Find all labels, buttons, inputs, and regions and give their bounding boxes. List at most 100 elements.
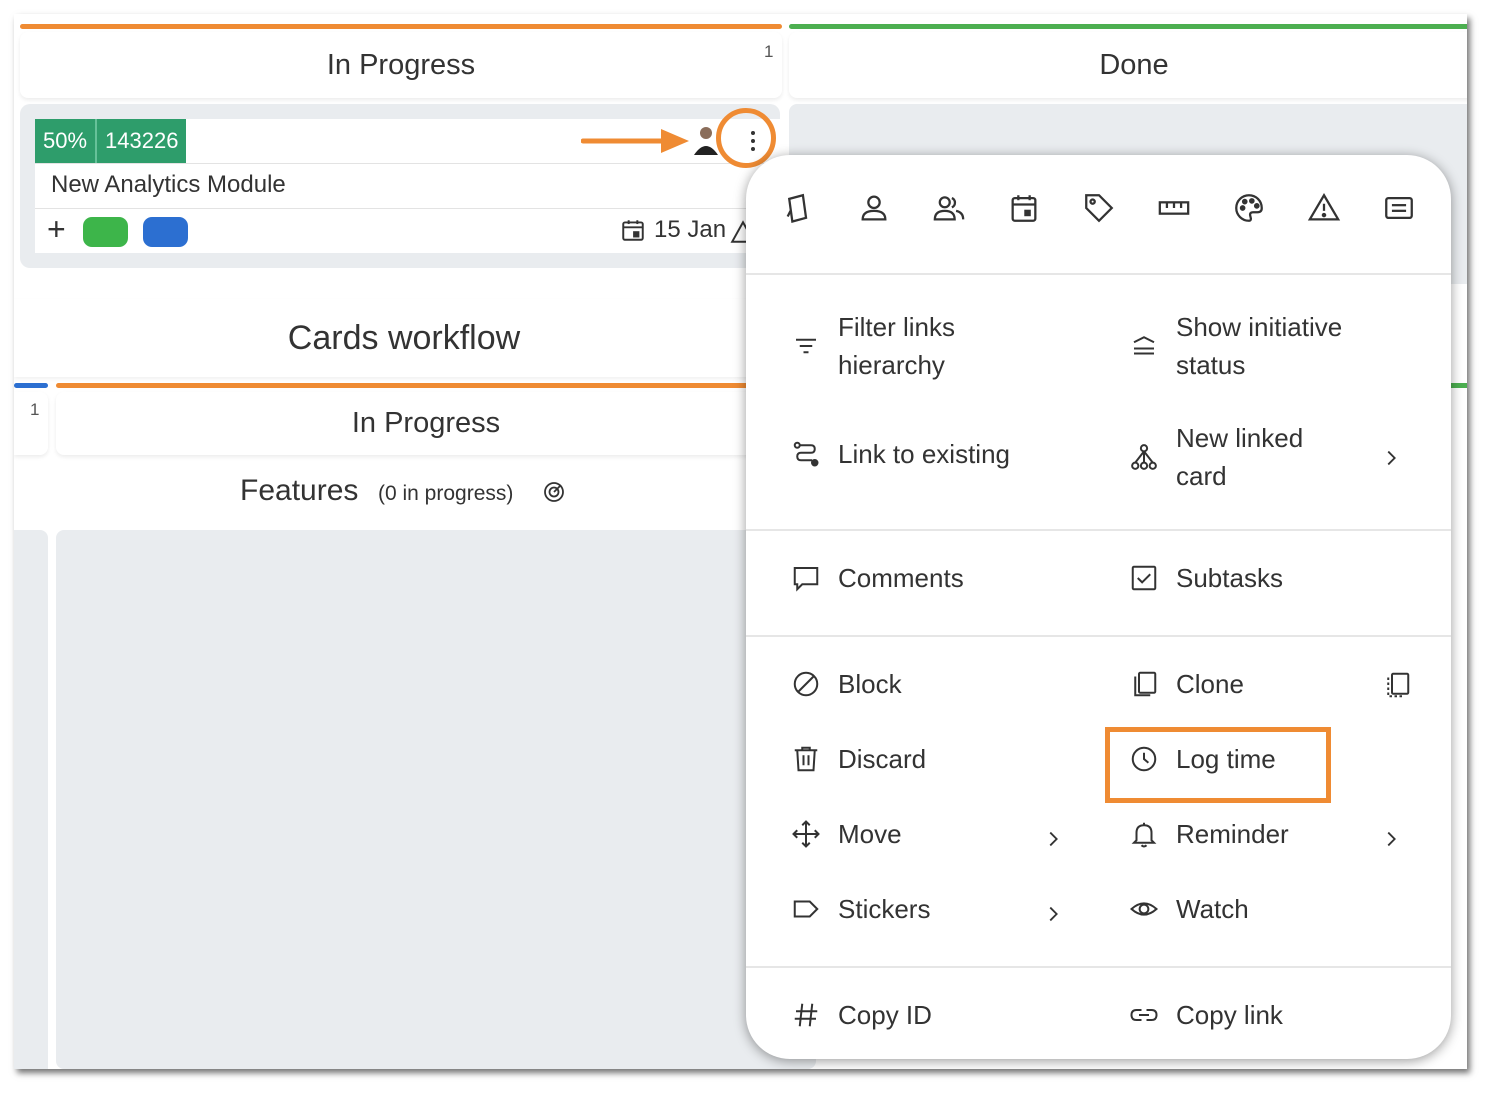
- column-count: 1: [30, 400, 40, 419]
- clone-icon: [1128, 668, 1160, 700]
- trash-icon: [790, 743, 822, 775]
- link-path-icon: [790, 438, 822, 470]
- menu-item-label: Watch: [1176, 893, 1249, 924]
- link-icon: [1128, 999, 1160, 1031]
- column-title: Done: [1099, 48, 1169, 81]
- column-header-in-progress[interactable]: In Progress: [20, 32, 782, 98]
- color-palette-icon[interactable]: [1232, 191, 1268, 227]
- menu-item-reminder[interactable]: Reminder: [1128, 818, 1289, 850]
- menu-item-label: Move: [838, 818, 902, 849]
- menu-item-label: Filter links: [838, 312, 956, 342]
- menu-item-discard[interactable]: Discard: [790, 743, 926, 775]
- hash-icon: [790, 999, 822, 1031]
- menu-item-new-linked-card[interactable]: New linked card: [1128, 419, 1303, 495]
- menu-item-label: Discard: [838, 743, 927, 774]
- tag-green[interactable]: [83, 217, 128, 247]
- chevron-right-icon[interactable]: [1042, 903, 1064, 930]
- annotation-circle: [716, 108, 776, 168]
- card-header-badge: 50% 143226: [35, 119, 187, 163]
- size-icon[interactable]: [1157, 191, 1193, 227]
- move-icon: [790, 818, 822, 850]
- column-header-in-progress-lower[interactable]: In Progress: [56, 392, 796, 455]
- menu-item-label: New linked: [1176, 423, 1304, 453]
- add-button[interactable]: +: [47, 211, 66, 248]
- workflow-title[interactable]: Cards workflow: [14, 299, 794, 377]
- menu-item-label: Block: [838, 668, 902, 699]
- initiative-status-icon: [1128, 330, 1160, 362]
- card-id[interactable]: 143226: [97, 119, 186, 163]
- template-icon[interactable]: [1382, 191, 1418, 227]
- menu-item-label: status: [1176, 350, 1246, 380]
- column-color-bar: [56, 383, 786, 388]
- features-progress: (0 in progress): [378, 482, 514, 505]
- column-title: In Progress: [351, 407, 501, 439]
- board-frame: In Progress 1 Done 50% 143226 New Analyt…: [14, 14, 1467, 1069]
- menu-item-label: Copy link: [1176, 999, 1283, 1030]
- target-icon[interactable]: [542, 480, 566, 504]
- column-count: 1: [764, 42, 774, 61]
- owner-icon[interactable]: [857, 191, 893, 227]
- block-icon: [790, 668, 822, 700]
- chevron-right-icon[interactable]: [1380, 447, 1402, 474]
- menu-item-clone[interactable]: Clone: [1128, 668, 1244, 700]
- menu-item-label: Link to existing: [838, 438, 1010, 469]
- card-title[interactable]: New Analytics Module: [51, 171, 286, 199]
- clone-to-icon[interactable]: [1382, 670, 1412, 700]
- menu-item-comments[interactable]: Comments: [790, 562, 964, 594]
- card-context-menu: Filter links hierarchy Show initiative sta…: [746, 155, 1451, 1059]
- checkbox-icon: [1128, 562, 1160, 594]
- annotation-arrow: [580, 126, 691, 156]
- hierarchy-icon: [1128, 441, 1160, 473]
- menu-item-filter-links-hierarchy[interactable]: Filter links hierarchy: [790, 308, 955, 384]
- menu-item-copy-link[interactable]: Copy link: [1128, 999, 1283, 1031]
- menu-item-label: Show initiative: [1176, 312, 1343, 342]
- comment-icon: [790, 562, 822, 594]
- eye-icon: [1128, 893, 1160, 925]
- divider: [35, 208, 780, 209]
- menu-item-label: Subtasks: [1176, 562, 1283, 593]
- menu-item-label: Stickers: [838, 893, 931, 924]
- menu-item-label: Clone: [1176, 668, 1244, 699]
- menu-separator: [746, 529, 1451, 531]
- column-color-bar: [14, 383, 48, 388]
- features-label: Features: [240, 474, 359, 507]
- menu-item-label: Reminder: [1176, 818, 1289, 849]
- menu-item-label: Comments: [838, 562, 964, 593]
- tag-blue[interactable]: [143, 217, 188, 247]
- column-color-bar: [20, 24, 782, 29]
- calendar-icon[interactable]: [1007, 191, 1043, 227]
- sticker-icon: [790, 893, 822, 925]
- features-drop-area: [56, 530, 816, 1069]
- chevron-right-icon[interactable]: [1042, 828, 1064, 855]
- column-color-bar: [789, 24, 1467, 29]
- bell-icon: [1128, 818, 1160, 850]
- menu-item-link-to-existing[interactable]: Link to existing: [790, 438, 1010, 470]
- menu-item-watch[interactable]: Watch: [1128, 893, 1249, 925]
- menu-separator: [746, 273, 1451, 275]
- due-date[interactable]: 15 Jan: [654, 216, 726, 244]
- menu-item-show-initiative-status[interactable]: Show initiative status: [1128, 308, 1342, 384]
- filter-icon: [790, 330, 822, 362]
- menu-item-subtasks[interactable]: Subtasks: [1128, 562, 1283, 594]
- menu-item-stickers[interactable]: Stickers: [790, 893, 930, 925]
- warning-icon[interactable]: [1307, 191, 1343, 227]
- card-type-icon[interactable]: [782, 191, 818, 227]
- tag-icon[interactable]: [1082, 191, 1118, 227]
- menu-item-block[interactable]: Block: [790, 668, 902, 700]
- menu-separator: [746, 966, 1451, 968]
- menu-item-label: card: [1176, 461, 1227, 491]
- co-owners-icon[interactable]: [932, 191, 968, 227]
- column-title: In Progress: [326, 48, 476, 81]
- menu-separator: [746, 635, 1451, 637]
- chevron-right-icon[interactable]: [1380, 828, 1402, 855]
- menu-item-move[interactable]: Move: [790, 818, 902, 850]
- column-header-done[interactable]: Done: [789, 32, 1467, 98]
- collapsed-column-body: [14, 530, 48, 1069]
- divider: [35, 163, 780, 164]
- menu-item-label: Copy ID: [838, 999, 932, 1030]
- annotation-highlight-box: [1105, 727, 1331, 803]
- progress-percent: 50%: [43, 128, 88, 153]
- calendar-icon: [620, 216, 646, 244]
- menu-item-copy-id[interactable]: Copy ID: [790, 999, 932, 1031]
- menu-item-label: hierarchy: [838, 350, 945, 380]
